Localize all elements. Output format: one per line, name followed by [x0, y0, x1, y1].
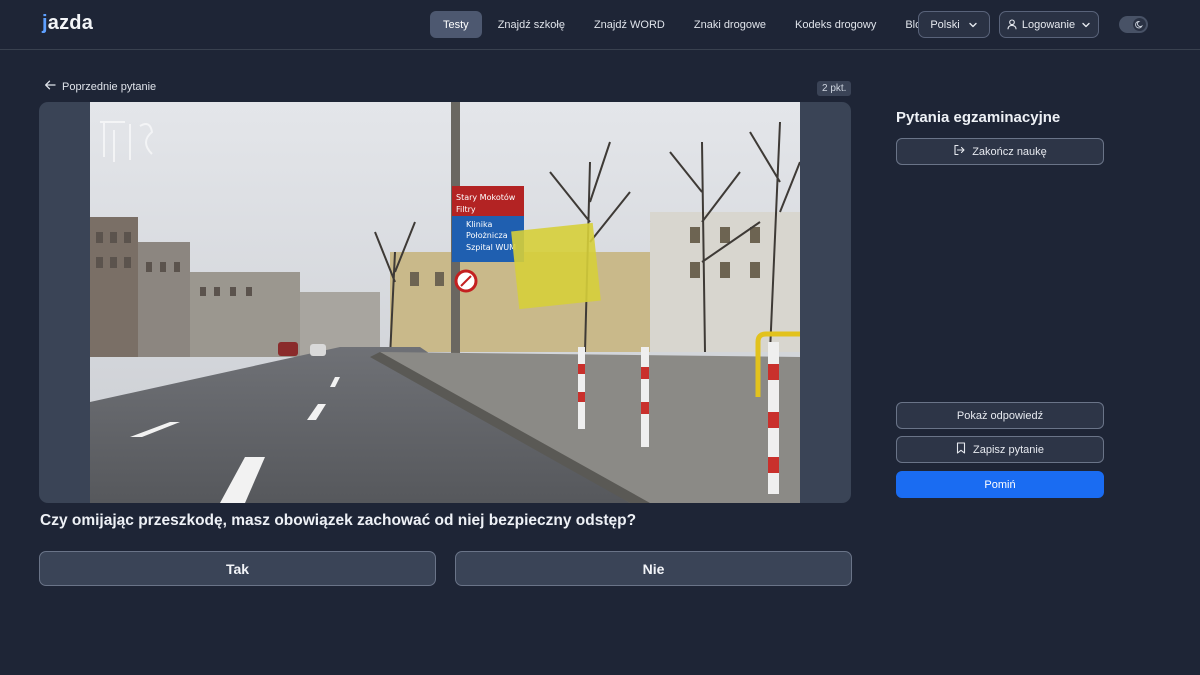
previous-question-link[interactable]: Poprzednie pytanie — [44, 80, 156, 93]
logout-icon — [953, 144, 965, 159]
nav-item-znajdz-word[interactable]: Znajdź WORD — [581, 11, 678, 38]
nav-item-kodeks-drogowy[interactable]: Kodeks drogowy — [782, 11, 889, 38]
chevron-down-icon — [968, 20, 978, 30]
save-question-button[interactable]: Zapisz pytanie — [896, 436, 1104, 463]
skip-label: Pomiń — [984, 478, 1016, 491]
save-question-label: Zapisz pytanie — [973, 443, 1044, 456]
language-select[interactable]: Polski — [918, 11, 990, 38]
nav-item-testy[interactable]: Testy — [430, 11, 482, 38]
login-label: Logowanie — [1021, 18, 1076, 31]
user-icon — [1007, 19, 1017, 30]
logo-text: azda — [47, 12, 94, 34]
top-navbar: jazda Testy Znajdź szkołę Znajdź WORD Zn… — [0, 0, 1200, 50]
sign-line-1: Stary Mokotów — [456, 192, 516, 202]
road-scene-image: Stary Mokotów Filtry Klinika Położnicza … — [90, 102, 800, 503]
chevron-down-icon — [1081, 20, 1091, 30]
bookmark-icon — [956, 442, 966, 457]
show-answer-label: Pokaż odpowiedź — [956, 409, 1044, 422]
logo[interactable]: jazda — [42, 12, 93, 35]
nav-item-znajdz-szkole[interactable]: Znajdź szkołę — [485, 11, 578, 38]
show-answer-button[interactable]: Pokaż odpowiedź — [896, 402, 1104, 429]
end-learning-button[interactable]: Zakończ naukę — [896, 138, 1104, 165]
end-learning-label: Zakończ naukę — [972, 145, 1047, 158]
sign-line-3: Klinika — [466, 220, 492, 229]
previous-question-label: Poprzednie pytanie — [62, 80, 157, 93]
answer-nie-button[interactable]: Nie — [455, 551, 852, 586]
points-badge: 2 pkt. — [817, 81, 852, 96]
main-nav: Testy Znajdź szkołę Znajdź WORD Znaki dr… — [430, 11, 943, 38]
question-media: Stary Mokotów Filtry Klinika Położnicza … — [39, 102, 851, 503]
sign-line-4: Położnicza — [466, 231, 508, 240]
arrow-left-icon — [44, 80, 56, 93]
theme-toggle[interactable] — [1119, 16, 1148, 33]
language-label: Polski — [930, 18, 960, 31]
moon-icon — [1133, 18, 1146, 31]
nav-item-znaki-drogowe[interactable]: Znaki drogowe — [681, 11, 779, 38]
answer-tak-button[interactable]: Tak — [39, 551, 436, 586]
skip-button[interactable]: Pomiń — [896, 471, 1104, 498]
sign-line-5: Szpital WUM — [466, 243, 516, 252]
sidebar-title: Pytania egzaminacyjne — [896, 109, 1061, 126]
sign-line-2: Filtry — [456, 205, 476, 214]
question-text: Czy omijając przeszkodę, masz obowiązek … — [40, 512, 637, 529]
login-dropdown[interactable]: Logowanie — [999, 11, 1099, 38]
